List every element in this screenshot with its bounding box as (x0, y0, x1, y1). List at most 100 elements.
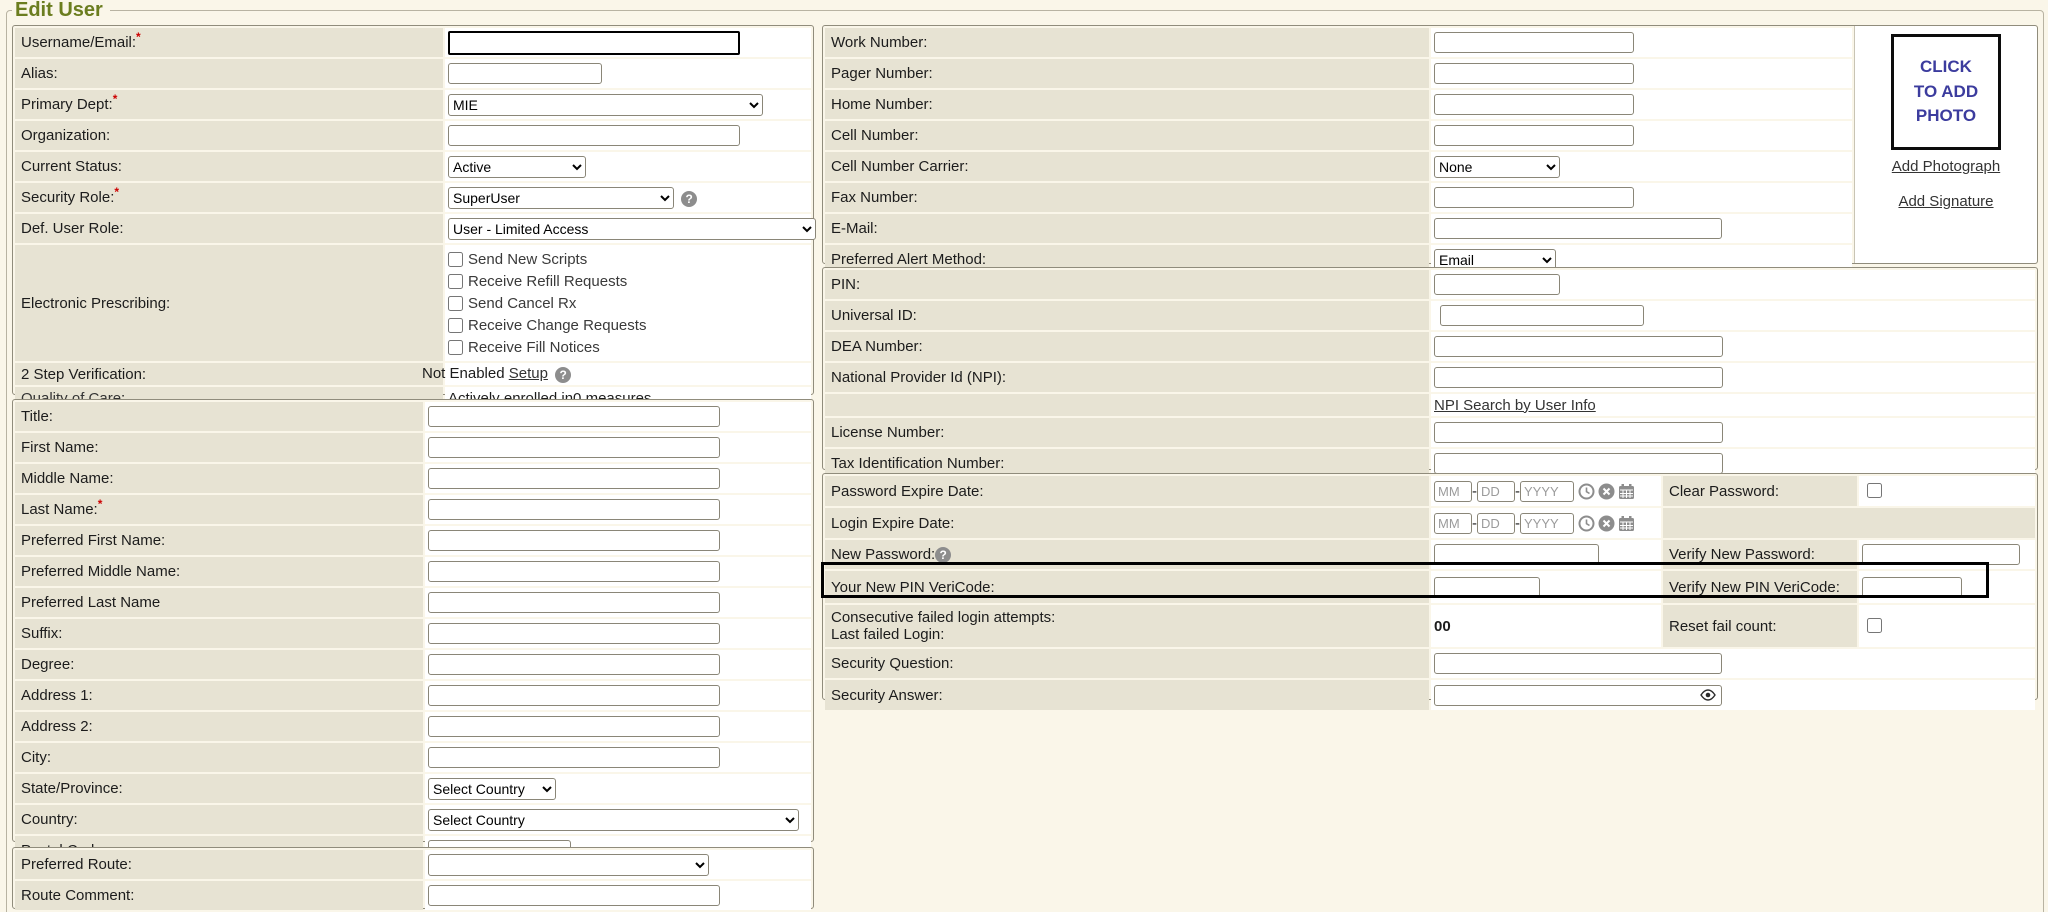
work-number-value-cell (1431, 28, 1852, 57)
npi-search-link[interactable]: NPI Search by User Info (1434, 397, 1596, 414)
clear-date-icon[interactable] (1598, 483, 1615, 500)
fax-number-input[interactable] (1434, 187, 1634, 208)
middle-name-input[interactable] (428, 468, 720, 489)
address2-input[interactable] (428, 716, 720, 737)
verify-new-password-label: Verify New Password: (1669, 546, 1815, 563)
send-cancel-rx-option[interactable]: Send Cancel Rx (448, 292, 808, 314)
receive-change-requests-checkbox[interactable] (448, 318, 463, 333)
last-name-required: * (98, 497, 103, 511)
new-password-help-icon[interactable]: ? (935, 547, 951, 563)
route-comment-input[interactable] (428, 885, 720, 906)
primary-dept-select[interactable]: MIE (448, 94, 763, 116)
dea-number-label-cell: DEA Number: (825, 332, 1429, 361)
eprescribing-value-cell: Send New Scripts Receive Refill Requests… (445, 245, 811, 361)
address2-label: Address 2: (21, 718, 93, 735)
primary-dept-row: Primary Dept:* MIE (15, 90, 811, 119)
username-input[interactable] (448, 31, 740, 55)
dea-number-label: DEA Number: (831, 338, 923, 355)
send-new-scripts-checkbox[interactable] (448, 252, 463, 267)
def-user-role-select[interactable]: User - Limited Access (448, 218, 816, 240)
eprescribing-label: Electronic Prescribing: (21, 295, 170, 312)
receive-fill-notices-checkbox[interactable] (448, 340, 463, 355)
username-label-cell: Username/Email:* (15, 28, 443, 57)
dea-number-input[interactable] (1434, 336, 1723, 357)
new-password-row: New Password:? Verify New Password: (825, 540, 2035, 569)
cell-carrier-select[interactable]: None (1434, 156, 1560, 178)
middle-name-row: Middle Name: (15, 464, 811, 493)
first-name-input[interactable] (428, 437, 720, 458)
universal-id-input[interactable] (1440, 305, 1644, 326)
work-number-input[interactable] (1434, 32, 1634, 53)
reset-fail-checkbox[interactable] (1867, 618, 1882, 633)
password-expire-yyyy-input[interactable] (1520, 481, 1574, 502)
clear-date-icon[interactable] (1598, 515, 1615, 532)
new-password-input[interactable] (1434, 544, 1599, 565)
address1-input[interactable] (428, 685, 720, 706)
password-expire-dd-input[interactable] (1477, 481, 1515, 502)
failed-attempts-value: 00 (1434, 618, 1451, 635)
suffix-input[interactable] (428, 623, 720, 644)
verify-vericode-input[interactable] (1862, 577, 1962, 598)
your-vericode-input[interactable] (1434, 577, 1540, 598)
verify-new-password-input[interactable] (1862, 544, 2020, 565)
your-vericode-label-cell: Your New PIN VeriCode: (825, 571, 1429, 603)
pin-input[interactable] (1434, 274, 1560, 295)
contact-table: Work Number: Pager Number: Home Number: … (823, 26, 1854, 276)
current-status-value-cell: Active (445, 152, 811, 181)
security-role-help-icon[interactable]: ? (681, 191, 697, 207)
clock-icon[interactable] (1578, 483, 1595, 500)
clear-password-checkbox[interactable] (1867, 483, 1882, 498)
pref-first-name-input[interactable] (428, 530, 720, 551)
preferred-route-select[interactable] (428, 854, 709, 876)
degree-input[interactable] (428, 654, 720, 675)
two-step-setup-link[interactable]: Setup (509, 365, 548, 382)
send-new-scripts-option[interactable]: Send New Scripts (448, 248, 808, 270)
security-answer-input[interactable] (1434, 685, 1722, 706)
pref-last-name-input[interactable] (428, 592, 720, 613)
state-label: State/Province: (21, 780, 123, 797)
npi-input[interactable] (1434, 367, 1723, 388)
organization-input[interactable] (448, 125, 740, 146)
title-input[interactable] (428, 406, 720, 427)
security-role-select[interactable]: SuperUser (448, 187, 674, 209)
receive-change-requests-option[interactable]: Receive Change Requests (448, 314, 808, 336)
calendar-icon[interactable] (1618, 483, 1635, 500)
current-status-select[interactable]: Active (448, 156, 586, 178)
def-user-role-label-cell: Def. User Role: (15, 214, 443, 243)
cell-number-input[interactable] (1434, 125, 1634, 146)
photo-box-line3: PHOTO (1916, 104, 1976, 129)
pager-number-input[interactable] (1434, 63, 1634, 84)
alias-input[interactable] (448, 63, 602, 84)
email-input[interactable] (1434, 218, 1722, 239)
pref-middle-name-input[interactable] (428, 561, 720, 582)
pager-number-label-cell: Pager Number: (825, 59, 1429, 88)
login-expire-label: Login Expire Date: (831, 515, 954, 532)
state-select[interactable]: Select Country (428, 778, 556, 800)
add-signature-link[interactable]: Add Signature (1855, 193, 2037, 210)
calendar-icon[interactable] (1618, 515, 1635, 532)
add-photograph-link[interactable]: Add Photograph (1855, 158, 2037, 175)
npi-row: National Provider Id (NPI): (825, 363, 2035, 392)
receive-refill-requests-option[interactable]: Receive Refill Requests (448, 270, 808, 292)
fax-number-label-cell: Fax Number: (825, 183, 1429, 212)
password-expire-mm-input[interactable] (1434, 481, 1472, 502)
city-input[interactable] (428, 747, 720, 768)
login-expire-mm-input[interactable] (1434, 513, 1472, 534)
last-name-input[interactable] (428, 499, 720, 520)
login-expire-dd-input[interactable] (1477, 513, 1515, 534)
home-number-input[interactable] (1434, 94, 1634, 115)
send-cancel-rx-checkbox[interactable] (448, 296, 463, 311)
login-expire-yyyy-input[interactable] (1520, 513, 1574, 534)
security-question-input[interactable] (1434, 653, 1722, 674)
clock-icon[interactable] (1578, 515, 1595, 532)
receive-fill-notices-option[interactable]: Receive Fill Notices (448, 336, 808, 358)
license-number-input[interactable] (1434, 422, 1723, 443)
country-select[interactable]: Select Country (428, 809, 799, 831)
eye-icon[interactable] (1700, 688, 1716, 706)
cell-carrier-row: Cell Number Carrier: None (825, 152, 1852, 181)
city-label-cell: City: (15, 743, 423, 772)
add-photo-box[interactable]: CLICK TO ADD PHOTO (1891, 34, 2001, 150)
receive-refill-requests-checkbox[interactable] (448, 274, 463, 289)
two-step-help-icon[interactable]: ? (555, 367, 571, 383)
tax-id-input[interactable] (1434, 453, 1723, 474)
